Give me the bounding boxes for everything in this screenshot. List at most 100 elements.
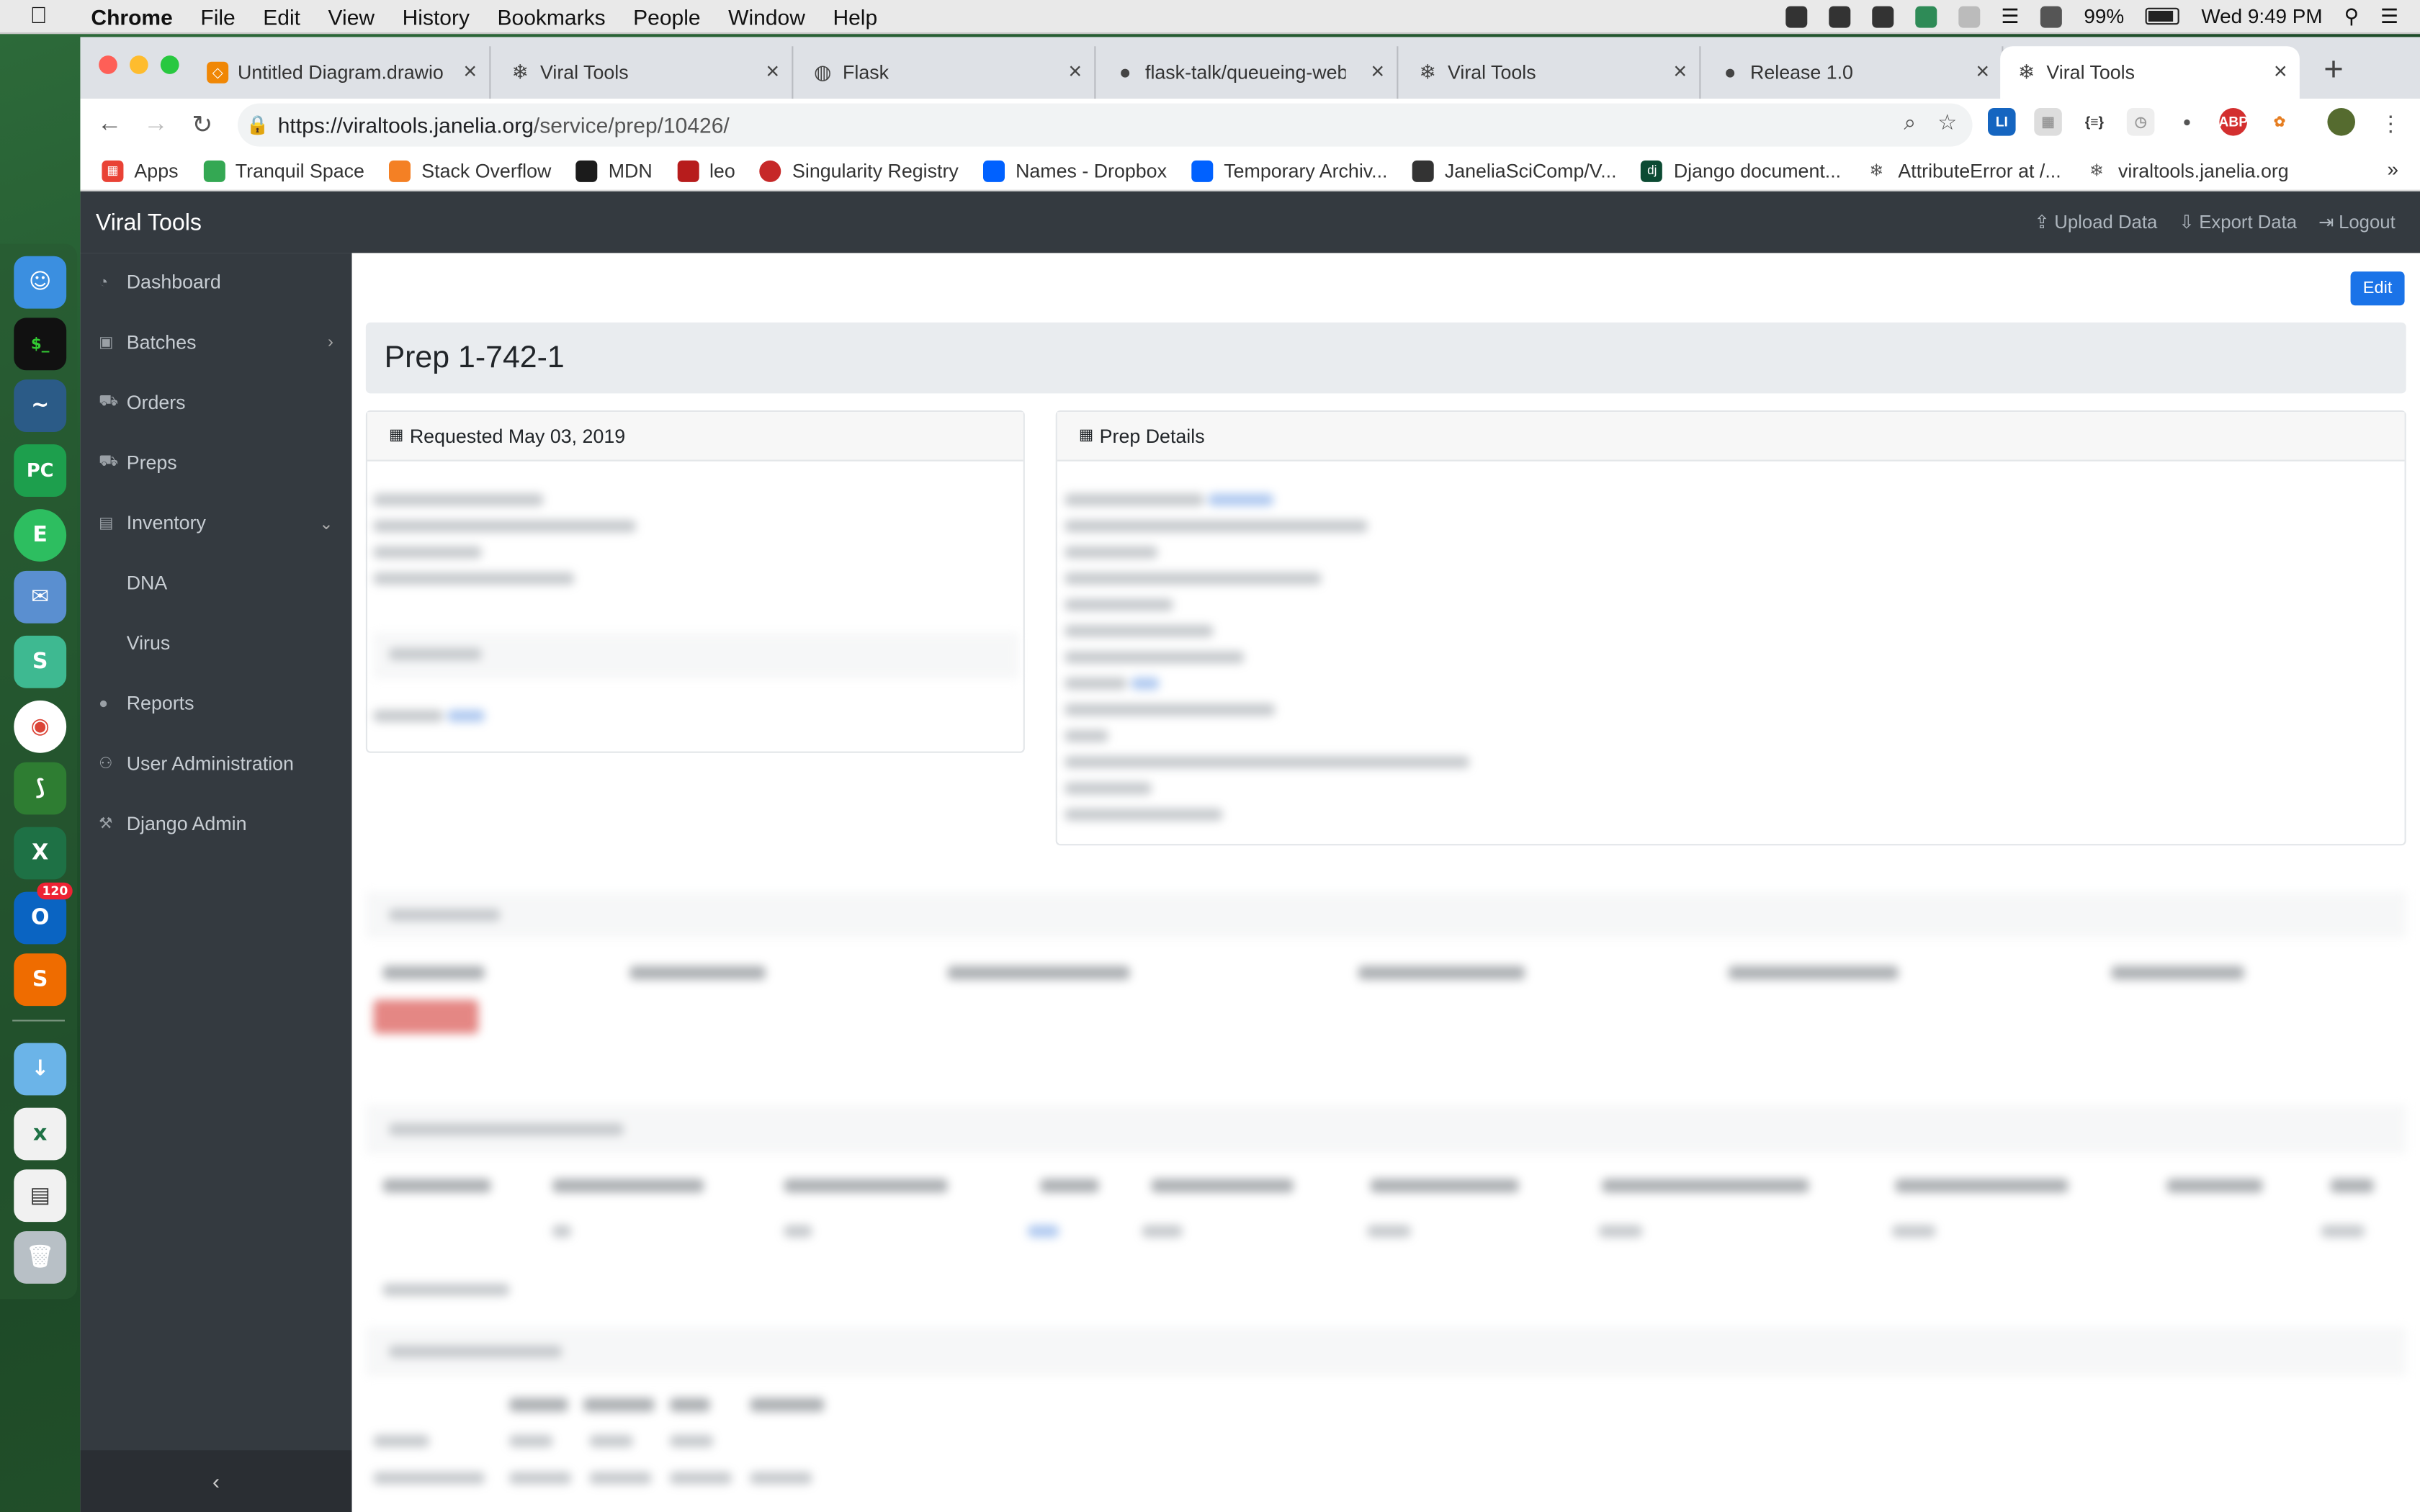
upload-data-link[interactable]: ⇪ Upload Data (2034, 212, 2157, 233)
tab-viral-tools-active[interactable]: ❄ Viral Tools × (2000, 46, 2300, 99)
spotlight-search-icon[interactable]: ⚲ (2344, 4, 2359, 28)
slack-icon[interactable]: S (14, 635, 67, 688)
outlook-icon[interactable]: O 120 (14, 882, 73, 945)
menu-view[interactable]: View (314, 4, 388, 28)
sidebar-item-preps[interactable]: ⛟ Preps (80, 440, 351, 486)
edit-button[interactable]: Edit (2350, 271, 2405, 306)
sidebar-item-inventory[interactable]: ▤ Inventory ⌄ (80, 500, 351, 546)
tab-release[interactable]: ● Release 1.0 × (1704, 46, 2004, 99)
menu-edit[interactable]: Edit (249, 4, 314, 28)
downloads-folder-icon[interactable]: ↓ (14, 1043, 67, 1096)
sidebar-item-user-administration[interactable]: ⚇ User Administration (80, 741, 351, 787)
trash-icon[interactable]: 🗑 (14, 1231, 67, 1284)
new-tab-button[interactable]: + (2315, 50, 2352, 90)
finder-icon[interactable]: ☺ (14, 256, 67, 309)
bookmark-apps[interactable]: ▦ Apps (102, 159, 178, 181)
bookmark-tranquil-space[interactable]: Tranquil Space (202, 159, 364, 181)
excel-icon[interactable]: X (14, 827, 67, 880)
circle-extension-icon[interactable]: ● (2173, 108, 2201, 136)
terminal-icon[interactable]: $_ (14, 318, 67, 371)
grid-extension-icon[interactable]: ▦ (2034, 108, 2062, 136)
tab-flask[interactable]: ◍ Flask × (797, 46, 1096, 99)
minimize-window-button[interactable] (130, 55, 148, 74)
forward-arrow-icon[interactable]: → (133, 111, 179, 139)
close-tab-icon[interactable]: × (1673, 58, 1687, 84)
profile-avatar[interactable] (2327, 108, 2355, 136)
battery-icon[interactable] (2146, 7, 2180, 25)
app-brand[interactable]: Viral Tools (80, 209, 202, 235)
dollar-icon[interactable] (1914, 5, 1937, 27)
bluetooth-icon[interactable] (1958, 5, 1980, 27)
sidebar-item-reports[interactable]: ● Reports (80, 680, 351, 726)
sidebar-collapse-button[interactable]: ‹ (80, 1450, 352, 1512)
evernote-icon[interactable]: E (14, 509, 67, 562)
bookmark-janelia-scicomp[interactable]: JaneliaSciComp/V... (1412, 159, 1617, 181)
document-stack-icon[interactable]: ▤ (14, 1169, 67, 1223)
clock[interactable]: Wed 9:49 PM (2201, 4, 2322, 27)
bookmark-singularity-registry[interactable]: Singularity Registry (760, 159, 959, 181)
address-bar[interactable]: 🔒 https://viraltools.janelia.org/service… (238, 103, 1973, 147)
menu-help[interactable]: Help (819, 4, 891, 28)
menu-history[interactable]: History (388, 4, 483, 28)
bookmark-viraltools[interactable]: ❄ viraltools.janelia.org (2085, 159, 2289, 181)
airplay-icon[interactable] (2040, 5, 2063, 27)
tab-viral-tools-2[interactable]: ❄ Viral Tools × (1402, 46, 1701, 99)
lastpass-extension-icon[interactable]: LI (1988, 108, 2016, 136)
colorzilla-icon[interactable]: ✿ (2265, 108, 2294, 136)
close-window-button[interactable] (99, 55, 117, 74)
apple-icon[interactable]:  (0, 3, 77, 29)
menu-window[interactable]: Window (714, 4, 819, 28)
adblock-plus-icon[interactable]: ABP (2218, 108, 2248, 136)
bookmark-star-icon[interactable]: ☆ (1937, 109, 1957, 135)
bookmark-stack-overflow[interactable]: Stack Overflow (389, 159, 551, 181)
box-icon[interactable] (1785, 5, 1807, 27)
mysql-workbench-icon[interactable]: ~ (14, 379, 67, 432)
sublime-text-icon[interactable]: S (14, 953, 67, 1007)
close-tab-icon[interactable]: × (766, 58, 779, 84)
close-tab-icon[interactable]: × (1371, 58, 1384, 84)
pycharm-icon[interactable]: PC (14, 444, 67, 497)
drive-icon[interactable] (1871, 5, 1894, 27)
menu-people[interactable]: People (619, 4, 714, 28)
bookmark-attribute-error[interactable]: ❄ AttributeError at /... (1865, 159, 2061, 181)
back-arrow-icon[interactable]: ← (86, 111, 133, 139)
close-tab-icon[interactable]: × (463, 58, 477, 84)
tab-untitled-diagram[interactable]: ◇ Untitled Diagram.drawio × (192, 46, 491, 99)
chrome-icon[interactable]: ◉ (14, 700, 67, 753)
bookmark-leo[interactable]: leo (676, 159, 735, 181)
close-tab-icon[interactable]: × (1976, 58, 1989, 84)
menu-app-chrome[interactable]: Chrome (77, 4, 187, 28)
sidebar-item-dna[interactable]: DNA (80, 560, 351, 606)
bookmark-temporary-archive[interactable]: Temporary Archiv... (1191, 159, 1388, 181)
more-bookmarks-icon[interactable]: » (2387, 158, 2398, 181)
zoom-icon[interactable]: ⌕ (1904, 109, 1916, 135)
menu-file[interactable]: File (187, 4, 249, 28)
excel-document-icon[interactable]: x (14, 1107, 67, 1161)
docker-icon[interactable] (1828, 5, 1850, 27)
notification-center-icon[interactable]: ☰ (2380, 4, 2398, 28)
sidebar-item-django-admin[interactable]: ⚒ Django Admin (80, 801, 351, 847)
menu-bookmarks[interactable]: Bookmarks (483, 4, 619, 28)
wifi-icon[interactable]: ☰ (2001, 4, 2019, 28)
lock-icon[interactable]: 🔒 (238, 114, 278, 136)
clock-extension-icon[interactable]: ◷ (2126, 108, 2155, 136)
tab-viral-tools-1[interactable]: ❄ Viral Tools × (494, 46, 794, 99)
logout-link[interactable]: ⇥ Logout (2318, 212, 2396, 233)
json-extension-icon[interactable]: {≡} (2080, 108, 2109, 136)
reload-icon[interactable]: ↻ (179, 109, 225, 140)
bookmark-names-dropbox[interactable]: Names - Dropbox (983, 159, 1167, 181)
sidebar-item-virus[interactable]: Virus (80, 620, 351, 666)
sourcetree-icon[interactable]: ⟆ (14, 762, 67, 815)
close-tab-icon[interactable]: × (2274, 58, 2287, 84)
sidebar-item-orders[interactable]: ⛟ Orders (80, 379, 351, 426)
mail-stamp-icon[interactable]: ✉ (14, 570, 67, 624)
close-tab-icon[interactable]: × (1068, 58, 1082, 84)
bookmark-mdn[interactable]: MDN (575, 159, 653, 181)
chrome-menu-icon[interactable]: ⋮ (2380, 111, 2401, 137)
sidebar-item-batches[interactable]: ▣ Batches › (80, 320, 351, 366)
zoom-window-button[interactable] (160, 55, 179, 74)
bookmark-django-docs[interactable]: dj Django document... (1641, 159, 1841, 181)
tab-flask-talk[interactable]: ● flask-talk/queueing-web × (1099, 46, 1399, 99)
export-data-link[interactable]: ⇩ Export Data (2179, 212, 2297, 233)
sidebar-item-dashboard[interactable]: ◔ Dashboard (80, 259, 351, 305)
